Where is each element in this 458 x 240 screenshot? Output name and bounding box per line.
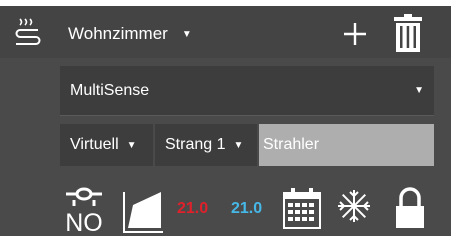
header-bar: Wohnzimmer ▼ [0, 6, 451, 58]
type-label: Virtuell [70, 136, 119, 153]
curve-chart-icon[interactable] [119, 192, 163, 236]
frost-icon[interactable] [336, 188, 372, 224]
chevron-down-icon: ▼ [126, 139, 137, 151]
plus-icon[interactable] [342, 21, 368, 47]
name-input[interactable] [259, 124, 434, 166]
lock-icon[interactable] [395, 186, 425, 230]
strand-dropdown[interactable]: Strang 1 ▼ [155, 124, 257, 166]
chevron-down-icon: ▼ [181, 28, 192, 40]
sensor-label: NO [65, 209, 103, 234]
room-label: Wohnzimmer [68, 24, 168, 43]
chevron-down-icon: ▼ [414, 85, 424, 96]
underfloor-heating-icon [15, 18, 41, 45]
toolbar: NO 21.0 21.0 [0, 176, 451, 236]
radiator-panel: Wohnzimmer ▼ MultiSense ▼ Virtuell ▼ Str… [0, 6, 451, 236]
room-dropdown[interactable]: Wohnzimmer ▼ [68, 23, 192, 45]
mode-label: MultiSense [70, 81, 150, 99]
sensor-no-icon[interactable]: NO [64, 184, 104, 234]
cool-setpoint[interactable]: 21.0 [231, 200, 262, 218]
mode-dropdown[interactable]: MultiSense ▼ [60, 66, 434, 116]
strand-label: Strang 1 [165, 136, 226, 153]
type-dropdown[interactable]: Virtuell ▼ [60, 124, 153, 166]
chevron-down-icon: ▼ [233, 139, 244, 151]
heat-setpoint[interactable]: 21.0 [177, 200, 208, 218]
trash-icon[interactable] [393, 14, 423, 52]
calendar-icon[interactable] [283, 187, 321, 229]
